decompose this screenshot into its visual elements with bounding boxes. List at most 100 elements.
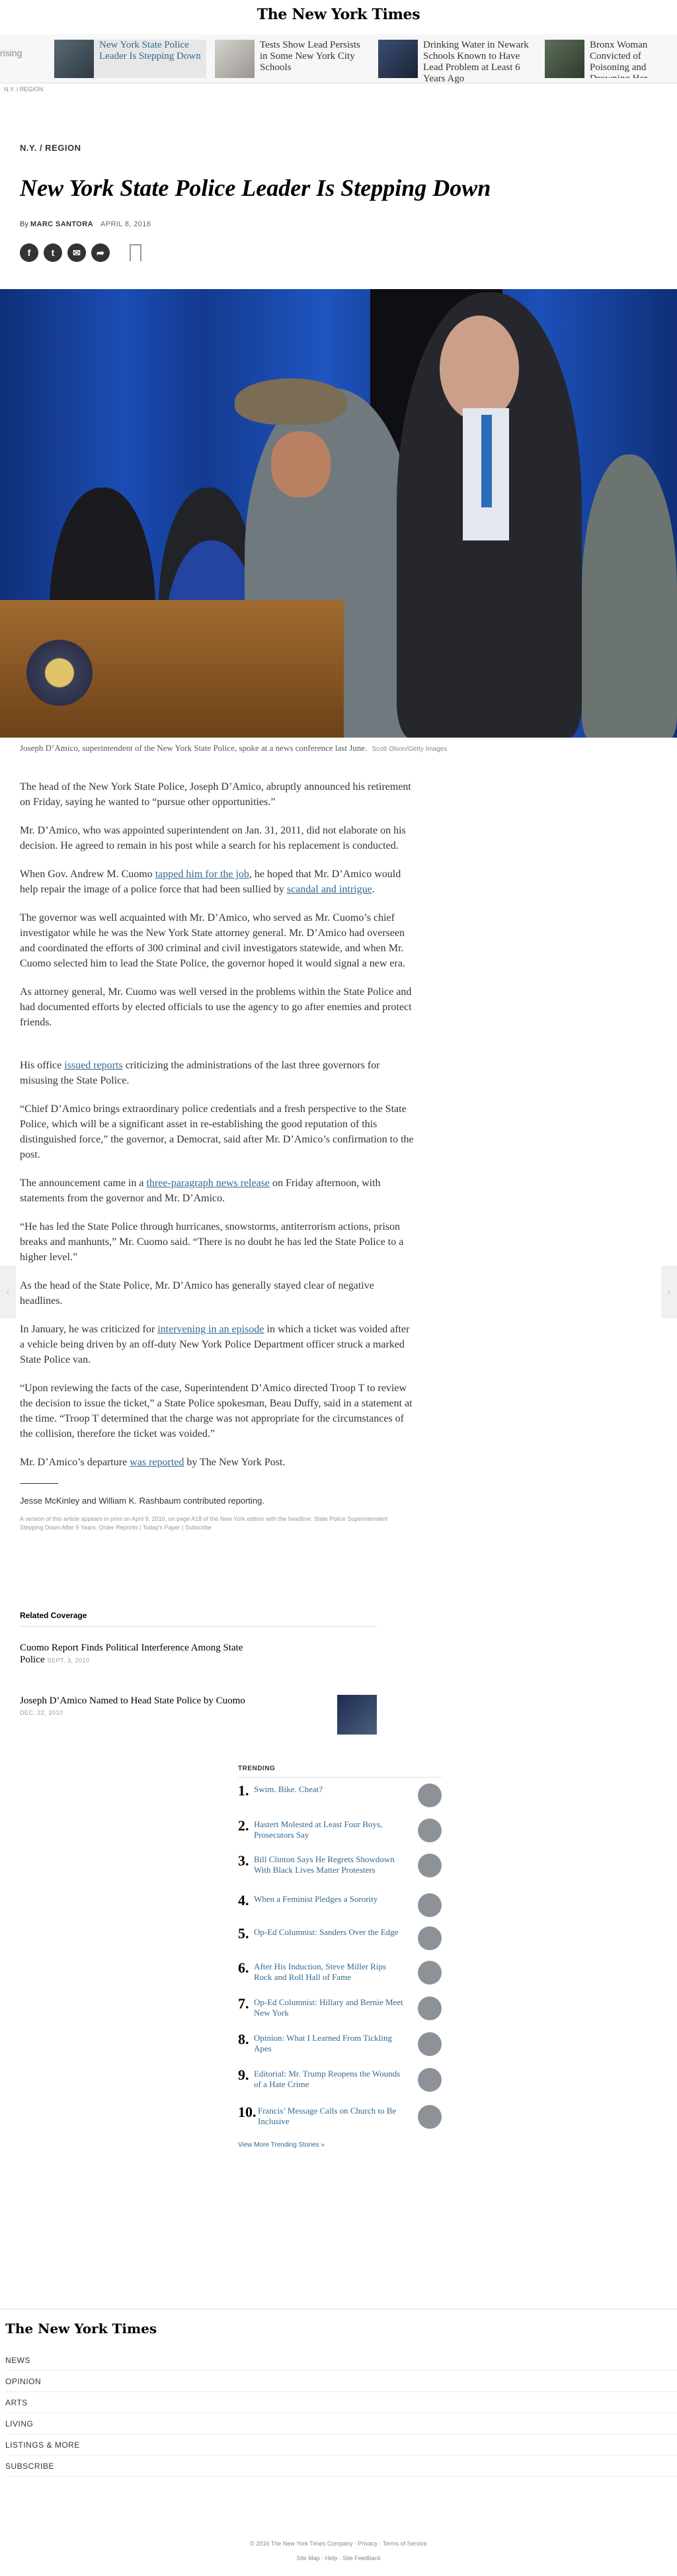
trending-headline[interactable]: Op-Ed Columnist: Sanders Over the Edge (254, 1925, 406, 1938)
photo-face (271, 431, 331, 497)
paragraph: As attorney general, Mr. Cuomo was well … (20, 986, 412, 1028)
trending-rank: 8. (238, 2031, 249, 2047)
trending-title: TRENDING (238, 1765, 276, 1772)
footer-nav-living[interactable]: LIVING (5, 2413, 677, 2434)
headline: New York State Police Leader Is Stepping… (20, 175, 491, 201)
trending-rank: 4. (238, 1892, 249, 1909)
previous-article-arrow-icon[interactable]: ‹ (0, 1266, 16, 1318)
trending-headline[interactable]: Swim. Bike. Cheat? (254, 1782, 406, 1795)
caption-text: Joseph D’Amico, superintendent of the Ne… (20, 743, 368, 753)
carousel-item-1[interactable]: New York State Police Leader Is Stepping… (54, 40, 206, 78)
photo-caption: Joseph D’Amico, superintendent of the Ne… (20, 743, 655, 753)
author-link[interactable]: MARC SANTORA (30, 220, 93, 228)
photo-seal (26, 640, 93, 706)
related-headline[interactable]: Joseph D’Amico Named to Head State Polic… (20, 1696, 245, 1706)
trending-headline[interactable]: Op-Ed Columnist: Hillary and Bernie Meet… (254, 1995, 406, 2018)
related-date: SEPT. 3, 2010 (47, 1657, 90, 1664)
mini-breadcrumb[interactable]: N.Y. / REGION (4, 86, 43, 93)
inline-link[interactable]: intervening in an episode (157, 1324, 264, 1335)
paragraph: “Chief D’Amico brings extraordinary poli… (20, 1103, 414, 1160)
footer-nav-opinion[interactable]: OPINION (5, 2371, 677, 2392)
nyt-logo[interactable]: The New York Times (0, 6, 677, 23)
inline-link[interactable]: three-paragraph news release (146, 1178, 270, 1189)
hero-photo (0, 289, 677, 738)
trending-item[interactable]: 2. Hastert Molested at Least Four Boys, P… (238, 1817, 442, 1845)
trending-rank: 5. (238, 1925, 249, 1942)
paragraph: Mr. D’Amico, who was appointed superinte… (20, 825, 406, 851)
related-coverage-title: Related Coverage (20, 1611, 87, 1620)
inline-link[interactable]: scandal and intrigue (287, 884, 372, 895)
related-item[interactable]: Joseph D’Amico Named to Head State Polic… (20, 1695, 377, 1735)
trending-headline[interactable]: Hastert Molested at Least Four Boys, Pro… (254, 1817, 406, 1840)
share-tools: f t ✉ ➦ (20, 243, 141, 262)
email-icon[interactable]: ✉ (67, 243, 86, 262)
paragraph: In January, he was criticized for interv… (20, 1324, 410, 1365)
carousel-thumb (378, 40, 418, 78)
trending-thumbnail (418, 1961, 442, 1985)
trending-rank: 6. (238, 1959, 249, 1976)
trending-item[interactable]: 3. Bill Clinton Says He Regrets Showdown … (238, 1852, 442, 1880)
paragraph: When Gov. Andrew M. Cuomo tapped him for… (20, 869, 401, 895)
trending-headline[interactable]: Opinion: What I Learned From Tickling Ap… (254, 2031, 406, 2054)
carousel-thumb (54, 40, 94, 78)
trending-rank: 2. (238, 1817, 249, 1834)
footer-links[interactable]: Site Map · Help · Site Feedback (0, 2555, 677, 2561)
trending-thumbnail (418, 1893, 442, 1917)
footer-nav-subscribe[interactable]: SUBSCRIBE (5, 2456, 677, 2477)
related-date: DEC. 22, 2010 (20, 1709, 63, 1716)
trending-headline[interactable]: When a Feminist Pledges a Sorority (254, 1892, 406, 1905)
carousel-fragment[interactable]: rising (0, 48, 22, 58)
article-body: The head of the New York State Police, J… (20, 779, 417, 1532)
paragraph: Mr. D’Amico’s departure was reported by … (20, 1457, 286, 1468)
story-carousel: rising New York State Police Leader Is S… (0, 34, 677, 84)
inline-link[interactable]: tapped him for the job (155, 869, 249, 880)
trending-item[interactable]: 9. Editorial: Mr. Trump Reopens the Wound… (238, 2067, 442, 2094)
related-item[interactable]: Cuomo Report Finds Political Interferenc… (20, 1642, 377, 1666)
footer-nav: NEWS OPINION ARTS LIVING LISTINGS & MORE… (5, 2350, 677, 2477)
divider (238, 1777, 442, 1778)
paragraph: “Upon reviewing the facts of the case, S… (20, 1383, 413, 1439)
twitter-icon[interactable]: t (44, 243, 62, 262)
trending-item[interactable]: 5. Op-Ed Columnist: Sanders Over the Edge (238, 1925, 442, 1953)
footer-nav-arts[interactable]: ARTS (5, 2392, 677, 2413)
related-thumbnail[interactable] (337, 1695, 377, 1735)
publish-date: APRIL 8, 2016 (100, 220, 151, 228)
paragraph: His office issued reports criticizing th… (20, 1060, 380, 1086)
byline: By MARC SANTORA APRIL 8, 2016 (20, 220, 151, 228)
trending-item[interactable]: 7. Op-Ed Columnist: Hillary and Bernie Me… (238, 1995, 442, 2023)
trending-item[interactable]: 4. When a Feminist Pledges a Sorority (238, 1892, 442, 1920)
trending-item[interactable]: 1. Swim. Bike. Cheat? (238, 1782, 442, 1810)
inline-link[interactable]: issued reports (64, 1060, 122, 1071)
share-icon[interactable]: ➦ (91, 243, 110, 262)
copyright: © 2016 The New York Times Company · Priv… (250, 2540, 427, 2547)
trending-thumbnail (418, 2068, 442, 2092)
footer-nyt-logo[interactable]: The New York Times (5, 2321, 157, 2337)
photo-face (440, 316, 519, 421)
view-more-trending-link[interactable]: View More Trending Stories » (238, 2141, 325, 2149)
trending-headline[interactable]: Editorial: Mr. Trump Reopens the Wounds … (254, 2067, 406, 2090)
carousel-item-4[interactable]: Bronx Woman Convicted of Poisoning and D… (545, 40, 677, 78)
next-article-arrow-icon[interactable]: › (661, 1266, 677, 1318)
trending-item[interactable]: 10. Francis’ Message Calls on Church to B… (238, 2104, 442, 2131)
footer-nav-listings[interactable]: LISTINGS & MORE (5, 2434, 677, 2456)
carousel-thumb (545, 40, 584, 78)
carousel-item-2[interactable]: Tests Show Lead Persists in Some New Yor… (215, 40, 374, 78)
footer-nav-news[interactable]: NEWS (5, 2350, 677, 2371)
section-label[interactable]: N.Y. / REGION (20, 143, 81, 153)
trending-rank: 3. (238, 1852, 249, 1869)
carousel-item-3[interactable]: Drinking Water in Newark Schools Known t… (378, 40, 540, 84)
trending-headline[interactable]: Francis’ Message Calls on Church to Be I… (258, 2104, 410, 2127)
photo-tie (481, 415, 492, 507)
photo-credit: Scott Olson/Getty Images (372, 746, 448, 753)
paragraph: The announcement came in a three-paragra… (20, 1178, 381, 1204)
trending-item[interactable]: 6. After His Induction, Steve Miller Rips… (238, 1959, 442, 1987)
trending-item[interactable]: 8. Opinion: What I Learned From Tickling … (238, 2031, 442, 2059)
bookmark-icon[interactable] (130, 244, 141, 262)
trending-headline[interactable]: After His Induction, Steve Miller Rips R… (254, 1959, 406, 1983)
trending-headline[interactable]: Bill Clinton Says He Regrets Showdown Wi… (254, 1852, 406, 1875)
inline-link[interactable]: was reported (130, 1457, 184, 1468)
trending-rank: 9. (238, 2067, 249, 2083)
trending-thumbnail (418, 1926, 442, 1950)
facebook-icon[interactable]: f (20, 243, 38, 262)
carousel-title: New York State Police Leader Is Stepping… (99, 40, 201, 62)
